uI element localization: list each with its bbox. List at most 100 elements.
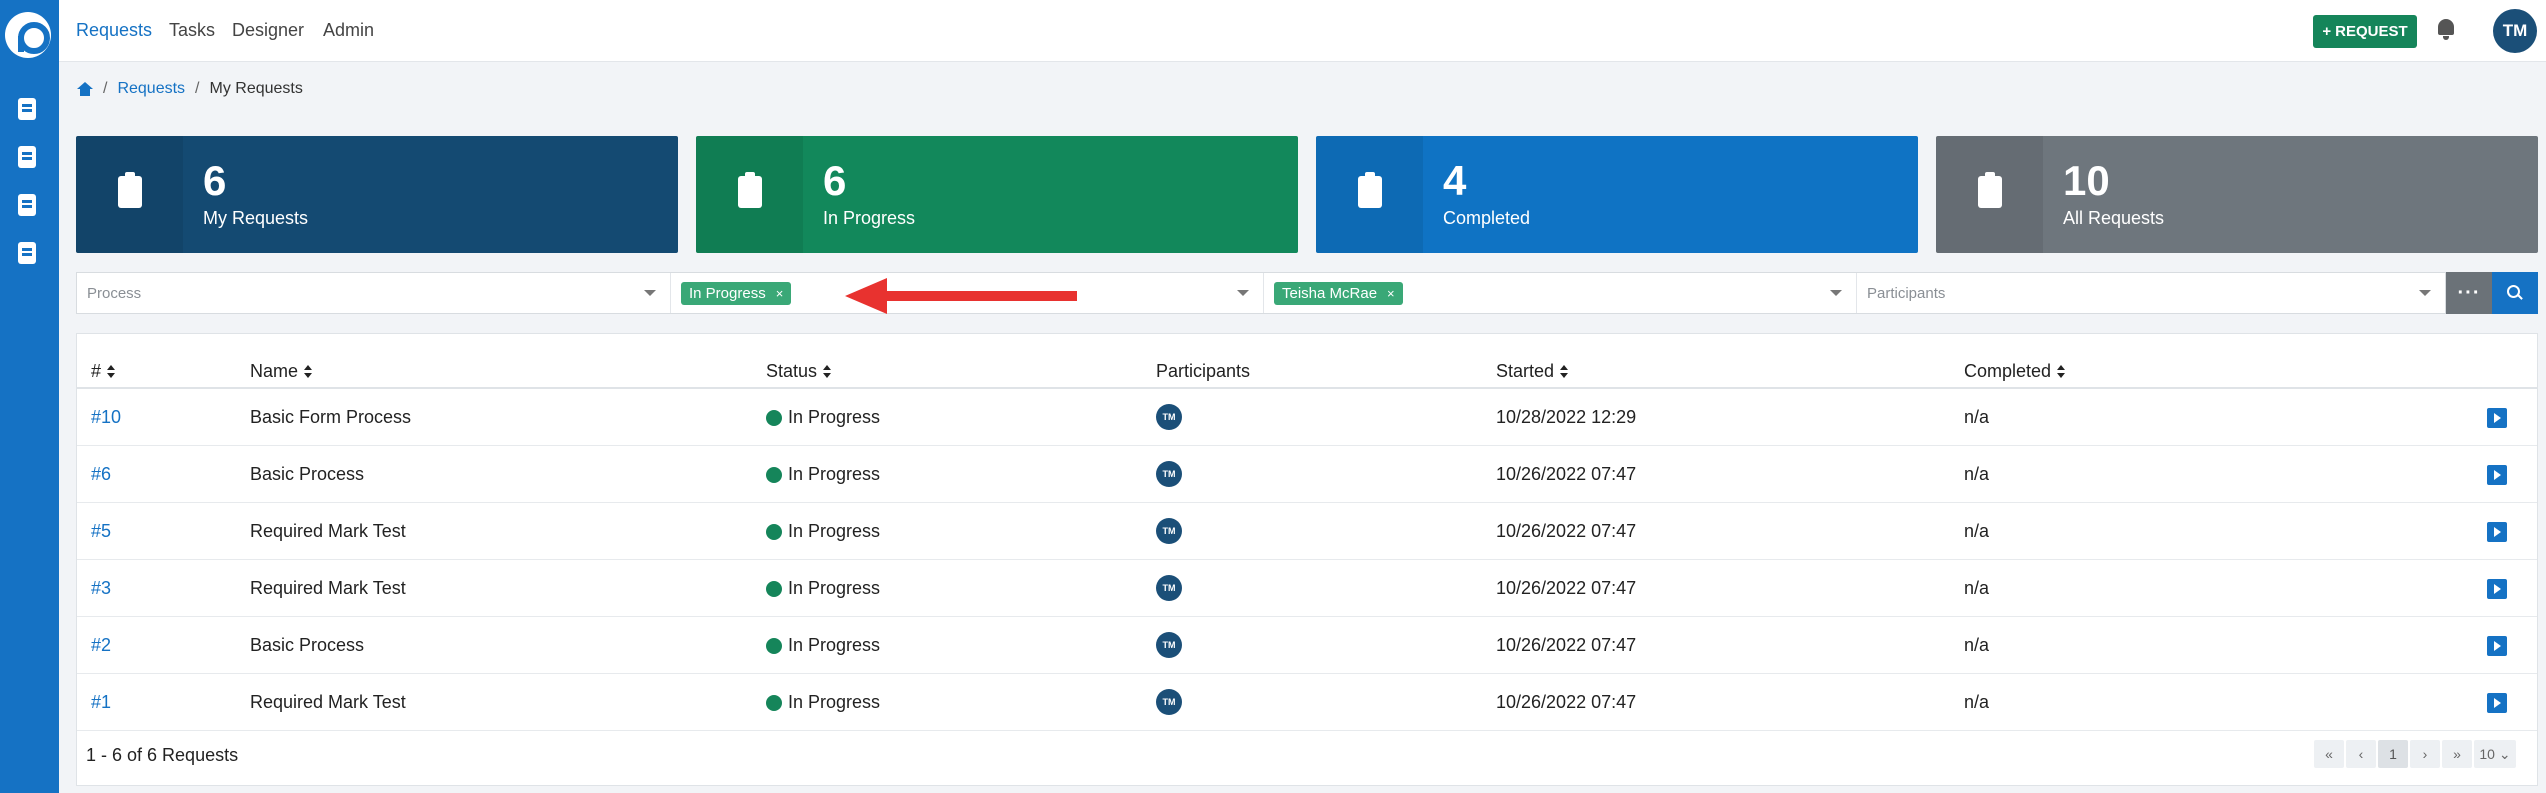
- card-label: My Requests: [203, 208, 309, 228]
- chevron-down-icon[interactable]: [1237, 290, 1249, 296]
- table-row[interactable]: #1 Required Mark Test In Progress TM 10/…: [77, 674, 2537, 731]
- table-row[interactable]: #2 Basic Process In Progress TM 10/26/20…: [77, 617, 2537, 674]
- search-button[interactable]: [2492, 272, 2538, 314]
- nav-tasks[interactable]: Tasks: [169, 20, 215, 41]
- sort-icon[interactable]: [304, 364, 313, 379]
- completed-date: n/a: [1964, 692, 1990, 712]
- status-label: In Progress: [788, 635, 881, 655]
- top-navbar: Requests Tasks Designer Admin: [59, 0, 2546, 62]
- request-id-link[interactable]: #2: [91, 635, 111, 656]
- prev-page-icon[interactable]: ‹: [2346, 740, 2376, 768]
- column-header-id[interactable]: #: [91, 361, 116, 382]
- sort-icon[interactable]: [2057, 364, 2066, 379]
- search-icon: [2507, 285, 2523, 301]
- sort-icon[interactable]: [823, 364, 832, 379]
- participant-avatar[interactable]: TM: [1156, 518, 1182, 544]
- nav-designer[interactable]: Designer: [232, 20, 304, 41]
- participant-avatar[interactable]: TM: [1156, 632, 1182, 658]
- card-completed[interactable]: 4 Completed: [1316, 136, 1918, 253]
- status-label: In Progress: [788, 692, 881, 712]
- card-icon-area: [1316, 136, 1423, 253]
- request-status: In Progress: [766, 521, 880, 542]
- chevron-down-icon[interactable]: [2419, 290, 2431, 296]
- participant-avatar[interactable]: TM: [1156, 461, 1182, 487]
- requests-badge-icon[interactable]: [18, 98, 36, 120]
- nav-requests[interactable]: Requests: [76, 20, 152, 41]
- request-id-link[interactable]: #1: [91, 692, 111, 713]
- request-id-link[interactable]: #5: [91, 521, 111, 542]
- processmaker-logo-icon[interactable]: [5, 12, 51, 58]
- card-icon-area: [76, 136, 183, 253]
- open-request-icon[interactable]: [2487, 465, 2507, 485]
- chevron-down-icon[interactable]: [644, 290, 656, 296]
- request-id-link[interactable]: #10: [91, 407, 121, 428]
- new-request-button[interactable]: + REQUEST: [2313, 15, 2417, 48]
- completed-clipboard-icon[interactable]: [18, 194, 36, 216]
- sort-icon[interactable]: [1560, 364, 1569, 379]
- table-row[interactable]: #6 Basic Process In Progress TM 10/26/20…: [77, 446, 2537, 503]
- table-row[interactable]: #5 Required Mark Test In Progress TM 10/…: [77, 503, 2537, 560]
- table-row[interactable]: #3 Required Mark Test In Progress TM 10/…: [77, 560, 2537, 617]
- per-page-select[interactable]: 10 ⌄: [2474, 740, 2516, 768]
- chevron-down-icon[interactable]: [1830, 290, 1842, 296]
- participant-avatar[interactable]: TM: [1156, 575, 1182, 601]
- requester-filter[interactable]: Teisha McRae ×: [1264, 273, 1857, 313]
- column-header-label: Started: [1496, 361, 1555, 381]
- completed-date: n/a: [1964, 464, 1990, 484]
- request-id-link[interactable]: #6: [91, 464, 111, 485]
- home-icon[interactable]: [77, 82, 93, 96]
- page-number[interactable]: 1: [2378, 740, 2408, 768]
- sort-icon[interactable]: [107, 364, 116, 379]
- next-page-icon[interactable]: ›: [2410, 740, 2440, 768]
- request-name: Basic Form Process: [250, 407, 412, 427]
- column-header-status[interactable]: Status: [766, 361, 832, 382]
- open-request-icon[interactable]: [2487, 579, 2507, 599]
- request-status: In Progress: [766, 635, 880, 656]
- participant-avatar[interactable]: TM: [1156, 404, 1182, 430]
- card-my-requests[interactable]: 6 My Requests: [76, 136, 678, 253]
- status-chip: In Progress ×: [681, 281, 792, 305]
- card-all-requests[interactable]: 10 All Requests: [1936, 136, 2538, 253]
- process-filter[interactable]: Process: [77, 273, 671, 313]
- remove-chip-icon[interactable]: ×: [1387, 286, 1395, 301]
- card-in-progress[interactable]: 6 In Progress: [696, 136, 1298, 253]
- remove-chip-icon[interactable]: ×: [776, 286, 784, 301]
- column-header-name[interactable]: Name: [250, 361, 313, 382]
- open-request-icon[interactable]: [2487, 408, 2507, 428]
- notifications-bell-icon[interactable]: [2436, 19, 2456, 41]
- started-date: 10/26/2022 07:47: [1496, 692, 1637, 712]
- status-label: In Progress: [788, 521, 881, 541]
- started-date: 10/26/2022 07:47: [1496, 464, 1637, 484]
- request-name: Basic Process: [250, 464, 365, 484]
- table-row[interactable]: #10 Basic Form Process In Progress TM 10…: [77, 389, 2537, 446]
- first-page-icon[interactable]: «: [2314, 740, 2344, 768]
- request-status: In Progress: [766, 578, 880, 599]
- request-name: Required Mark Test: [250, 692, 406, 712]
- requester-chip: Teisha McRae ×: [1274, 281, 1403, 305]
- more-options-button[interactable]: ···: [2446, 272, 2492, 314]
- column-header-participants: Participants: [1156, 361, 1250, 382]
- open-request-icon[interactable]: [2487, 693, 2507, 713]
- card-count: 10: [2063, 157, 2110, 204]
- breadcrumb-requests[interactable]: Requests: [117, 80, 185, 98]
- tasks-clipboard-icon[interactable]: [18, 146, 36, 168]
- status-label: In Progress: [788, 464, 881, 484]
- participant-avatar[interactable]: TM: [1156, 689, 1182, 715]
- user-avatar[interactable]: TM: [2493, 9, 2537, 53]
- nav-admin[interactable]: Admin: [323, 20, 374, 41]
- request-id-link[interactable]: #3: [91, 578, 111, 599]
- started-date: 10/28/2022 12:29: [1496, 407, 1637, 427]
- status-dot-icon: [766, 523, 782, 540]
- column-header-completed[interactable]: Completed: [1964, 361, 2066, 382]
- participants-filter[interactable]: Participants: [1857, 273, 2445, 313]
- open-request-icon[interactable]: [2487, 636, 2507, 656]
- open-request-icon[interactable]: [2487, 522, 2507, 542]
- status-dot-icon: [766, 694, 782, 711]
- clipboard-icon[interactable]: [18, 242, 36, 264]
- last-page-icon[interactable]: »: [2442, 740, 2472, 768]
- plus-icon: +: [2322, 23, 2332, 40]
- column-header-started[interactable]: Started: [1496, 361, 1569, 382]
- status-dot-icon: [766, 466, 782, 483]
- status-dot-icon: [766, 409, 782, 426]
- card-count: 6: [203, 157, 227, 204]
